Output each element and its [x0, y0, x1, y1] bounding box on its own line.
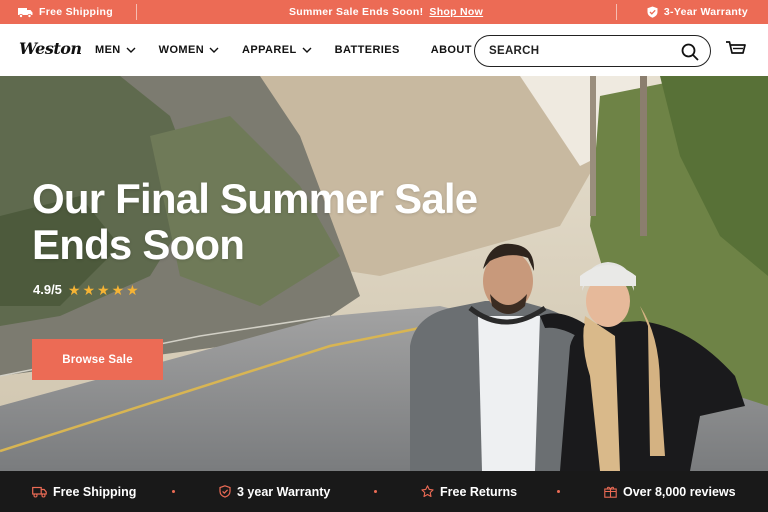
- gift-box-icon: [604, 486, 617, 498]
- nav-label: WOMEN: [158, 44, 205, 56]
- star-icon: ★: [82, 281, 96, 298]
- separator-dot: [172, 490, 175, 493]
- nav-label: BATTERIES: [334, 44, 400, 56]
- browse-sale-button[interactable]: Browse Sale: [32, 339, 163, 380]
- main-nav: MEN WOMEN APPAREL BATTERIES ABOUT: [95, 24, 510, 76]
- nav-label: ABOUT: [430, 44, 472, 56]
- site-header: Weston MEN WOMEN APPAREL BATTERIES ABOUT: [0, 24, 768, 76]
- truck-icon: [32, 486, 47, 498]
- hero-background-image: [0, 76, 768, 471]
- benefit-label: Over 8,000 reviews: [623, 484, 736, 499]
- announcement-sale: Summer Sale Ends Soon! Shop Now: [289, 0, 483, 24]
- star-icon: ★: [67, 281, 81, 298]
- benefit-label: Free Shipping: [53, 484, 137, 499]
- nav-item-apparel[interactable]: APPAREL: [242, 44, 312, 56]
- shop-now-link[interactable]: Shop Now: [429, 6, 483, 18]
- star-outline-icon: [421, 485, 434, 498]
- announcement-free-shipping: Free Shipping: [18, 0, 113, 24]
- benefit-free-returns: Free Returns: [421, 471, 517, 512]
- truck-icon: [18, 7, 33, 18]
- hero-banner: Our Final Summer Sale Ends Soon 4.9/5 ★ …: [0, 76, 768, 471]
- star-icon: ★: [126, 281, 139, 298]
- announcement-divider: [136, 4, 137, 20]
- nav-label: APPAREL: [242, 44, 297, 56]
- announcement-center-text: Summer Sale Ends Soon!: [289, 6, 424, 18]
- announcement-bar: Free Shipping Summer Sale Ends Soon! Sho…: [0, 0, 768, 24]
- search-input[interactable]: [489, 43, 669, 59]
- site-logo[interactable]: Weston: [19, 39, 82, 58]
- rating-summary: 4.9/5 ★ ★ ★ ★ ★: [33, 282, 139, 297]
- benefits-bar: Free Shipping 3 year Warranty Free Retur…: [0, 471, 768, 512]
- announcement-warranty: 3-Year Warranty: [647, 0, 748, 24]
- benefit-free-shipping: Free Shipping: [32, 471, 136, 512]
- chevron-down-icon: [209, 47, 219, 53]
- chevron-down-icon: [302, 47, 312, 53]
- search-icon[interactable]: [680, 42, 700, 62]
- star-icon: ★: [97, 281, 110, 298]
- hero-title: Our Final Summer Sale Ends Soon: [32, 175, 478, 268]
- star-icon: ★: [111, 281, 125, 298]
- announcement-left-text: Free Shipping: [39, 6, 113, 18]
- shield-check-icon: [219, 485, 231, 498]
- benefit-reviews: Over 8,000 reviews: [604, 471, 736, 512]
- benefit-label: Free Returns: [440, 484, 518, 499]
- nav-label: MEN: [95, 44, 121, 56]
- benefit-warranty: 3 year Warranty: [219, 471, 330, 512]
- announcement-divider: [616, 4, 617, 20]
- rating-stars: ★ ★ ★ ★ ★: [68, 283, 139, 297]
- nav-item-batteries[interactable]: BATTERIES: [335, 44, 400, 56]
- nav-item-women[interactable]: WOMEN: [159, 44, 219, 56]
- cart-icon[interactable]: [725, 40, 747, 60]
- announcement-right-text: 3-Year Warranty: [663, 6, 748, 18]
- rating-score: 4.9/5: [33, 282, 62, 297]
- separator-dot: [374, 490, 377, 493]
- benefit-label: 3 year Warranty: [237, 484, 331, 499]
- chevron-down-icon: [126, 47, 136, 53]
- shield-check-icon: [647, 6, 658, 18]
- separator-dot: [557, 490, 560, 493]
- search-box: [474, 35, 711, 67]
- nav-item-men[interactable]: MEN: [95, 44, 136, 56]
